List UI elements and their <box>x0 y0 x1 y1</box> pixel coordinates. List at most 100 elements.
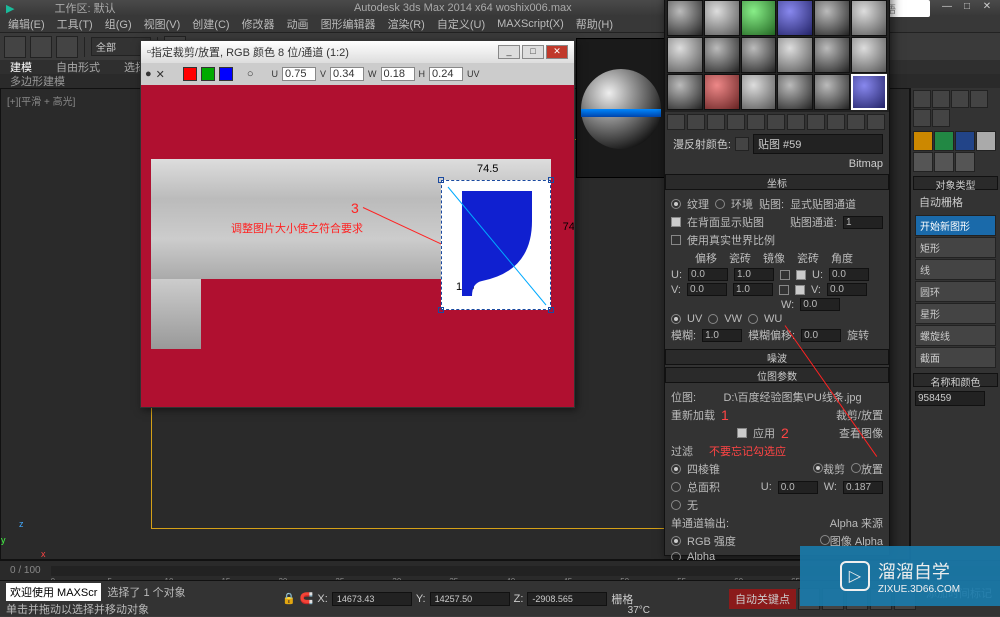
none-filter-radio[interactable] <box>671 500 681 510</box>
rollout-bitmap-params[interactable]: 位图参数 <box>665 367 889 383</box>
coord-z[interactable]: -2908.565 <box>527 592 607 606</box>
mat-tool-7[interactable] <box>787 114 805 130</box>
real-scale-check[interactable] <box>671 235 681 245</box>
menu-render[interactable]: 渲染(R) <box>388 16 425 32</box>
crop-g-swatch[interactable] <box>201 67 215 81</box>
menu-edit[interactable]: 编辑(E) <box>8 16 45 32</box>
rgb-int-radio[interactable] <box>671 536 681 546</box>
crop-r-swatch[interactable] <box>183 67 197 81</box>
minimize-button[interactable]: — <box>940 1 954 15</box>
cp-tab-hierarchy[interactable] <box>951 90 969 108</box>
rollout-coordinates[interactable]: 坐标 <box>665 174 889 190</box>
mat-tool-4[interactable] <box>727 114 745 130</box>
crop-tool-1[interactable]: ● <box>145 68 152 80</box>
menu-modifiers[interactable]: 修改器 <box>242 16 275 32</box>
cp-cat-lights[interactable] <box>955 131 975 151</box>
menu-custom[interactable]: 自定义(U) <box>437 16 485 32</box>
img-alpha-radio[interactable] <box>820 535 830 545</box>
mat-slot-17[interactable] <box>814 37 850 73</box>
sumarea-radio[interactable] <box>671 482 681 492</box>
wu-radio[interactable] <box>748 314 758 324</box>
rollout-name-color[interactable]: 名称和颜色 <box>913 373 998 387</box>
v-offset[interactable]: 0.0 <box>687 283 727 296</box>
u-tile[interactable]: 1.0 <box>734 268 774 281</box>
map-name-field[interactable]: 贴图 #59 <box>753 134 883 154</box>
crop-w-spinner[interactable]: 0.18 <box>381 67 415 81</box>
crop-max-button[interactable]: □ <box>522 45 544 59</box>
pyramid-radio[interactable] <box>671 464 681 474</box>
u-tile-chk[interactable] <box>796 270 806 280</box>
cp-cat-shapes[interactable] <box>934 131 954 151</box>
mat-slot-18[interactable] <box>851 37 887 73</box>
crop-w2-spinner[interactable]: 0.187 <box>843 481 883 494</box>
crop-u-spinner[interactable]: 0.75 <box>282 67 316 81</box>
bitmap-path-button[interactable]: D:\百度经验图集\PU线条.jpg <box>702 389 883 405</box>
mat-slot-14[interactable] <box>704 37 740 73</box>
diffuse-swatch[interactable] <box>735 137 749 151</box>
unlink-icon[interactable] <box>30 36 52 58</box>
v-angle[interactable]: 0.0 <box>827 283 867 296</box>
v-tile[interactable]: 1.0 <box>733 283 773 296</box>
mat-slot-7[interactable] <box>667 0 703 36</box>
mat-slot-10[interactable] <box>777 0 813 36</box>
mat-slot-15[interactable] <box>741 37 777 73</box>
v-mirror[interactable] <box>779 285 789 295</box>
shape-btn-helix[interactable]: 螺旋线 <box>915 325 996 346</box>
mat-slot-21[interactable] <box>741 74 777 110</box>
cp-tab-display[interactable] <box>913 109 931 127</box>
mat-slot-16[interactable] <box>777 37 813 73</box>
crop-alpha-swatch[interactable]: ○ <box>247 68 254 80</box>
menu-maxscript[interactable]: MAXScript(X) <box>497 18 564 30</box>
menu-animation[interactable]: 动画 <box>287 16 309 32</box>
u-angle[interactable]: 0.0 <box>829 268 869 281</box>
menu-graph[interactable]: 图形编辑器 <box>321 16 376 32</box>
mat-tool-10[interactable] <box>847 114 865 130</box>
close-button[interactable]: ✕ <box>980 1 994 15</box>
mat-slot-13[interactable] <box>667 37 703 73</box>
tex-radio[interactable] <box>671 199 681 209</box>
map-channel-spinner[interactable]: 1 <box>843 216 883 229</box>
menu-create[interactable]: 创建(C) <box>192 16 229 32</box>
cp-cat-systems[interactable] <box>955 152 975 172</box>
magnet-icon[interactable]: 🧲 <box>300 592 314 605</box>
link-icon[interactable] <box>4 36 26 58</box>
mat-tool-9[interactable] <box>827 114 845 130</box>
lock-icon[interactable]: 🔒 <box>282 592 296 605</box>
mat-tool-3[interactable] <box>707 114 725 130</box>
rotate-button[interactable]: 旋转 <box>847 327 869 343</box>
cp-tab-create[interactable] <box>913 90 931 108</box>
v-tile-chk[interactable] <box>795 285 805 295</box>
mat-slot-24[interactable] <box>851 74 887 110</box>
u-offset[interactable]: 0.0 <box>688 268 728 281</box>
mat-slot-9[interactable] <box>741 0 777 36</box>
shape-btn-circle[interactable]: 圆环 <box>915 281 996 302</box>
mat-tool-11[interactable] <box>867 114 885 130</box>
coord-x[interactable]: 14673.43 <box>332 592 412 606</box>
mat-slot-11[interactable] <box>814 0 850 36</box>
coord-y[interactable]: 14257.50 <box>430 592 510 606</box>
mat-tool-8[interactable] <box>807 114 825 130</box>
crop-min-button[interactable]: _ <box>498 45 520 59</box>
apply-check[interactable] <box>737 428 747 438</box>
menu-tools[interactable]: 工具(T) <box>57 16 93 32</box>
shape-btn-star[interactable]: 星形 <box>915 303 996 324</box>
cp-cat-geometry[interactable] <box>913 131 933 151</box>
mat-slot-23[interactable] <box>814 74 850 110</box>
crop-tool-2[interactable]: ✕ <box>156 68 165 81</box>
crop-b-swatch[interactable] <box>219 67 233 81</box>
rollout-object-type[interactable]: 对象类型 <box>913 176 998 190</box>
shape-btn-start[interactable]: 开始新图形 <box>915 215 996 236</box>
mat-tool-5[interactable] <box>747 114 765 130</box>
mat-slot-19[interactable] <box>667 74 703 110</box>
mat-tool-2[interactable] <box>687 114 705 130</box>
bind-icon[interactable] <box>56 36 78 58</box>
mat-slot-8[interactable] <box>704 0 740 36</box>
object-name-input[interactable] <box>915 391 985 406</box>
mat-tool-6[interactable] <box>767 114 785 130</box>
cp-cat-helpers[interactable] <box>913 152 933 172</box>
crop-close-button[interactable]: ✕ <box>546 45 568 59</box>
w-angle[interactable]: 0.0 <box>800 298 840 311</box>
u-mirror[interactable] <box>780 270 790 280</box>
menu-group[interactable]: 组(G) <box>105 16 132 32</box>
mat-slot-20[interactable] <box>704 74 740 110</box>
